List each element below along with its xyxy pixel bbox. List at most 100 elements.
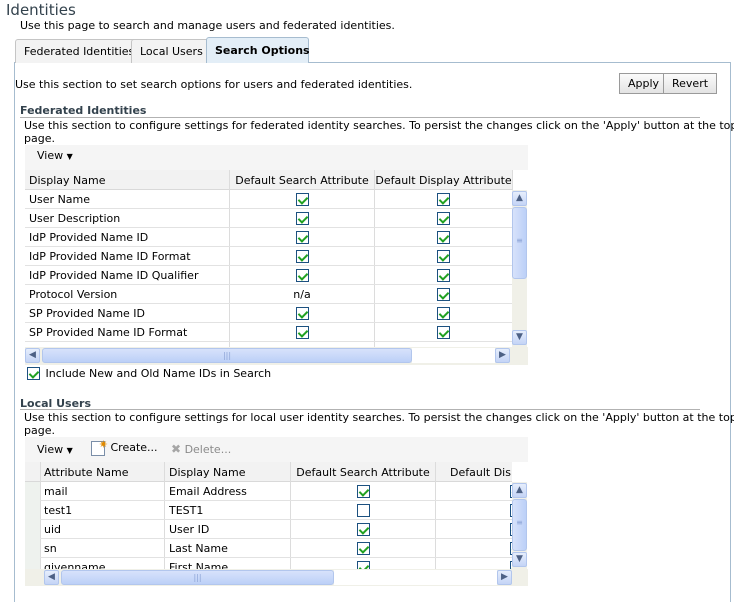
local-vscroll[interactable]: ▲ ≡ ▼	[512, 482, 527, 569]
local-hscroll[interactable]: ◀ ||| ▶	[25, 569, 528, 586]
display-name-cell: IdP Provided Name ID Format	[29, 250, 191, 263]
scroll-up-icon[interactable]: ▲	[512, 191, 527, 206]
delete-button[interactable]: ✖ Delete...	[171, 442, 231, 456]
create-label: Create...	[110, 441, 158, 454]
scroll-right-icon[interactable]: ▶	[495, 348, 510, 363]
federated-toolbar: View ▼	[25, 145, 528, 170]
federated-description-line1: Use this section to configure settings f…	[24, 119, 734, 132]
federated-view-menu[interactable]: View ▼	[37, 149, 73, 162]
tab-search-options[interactable]: Search Options	[206, 37, 310, 63]
search-attribute-cell	[230, 190, 374, 209]
column-header-default-display[interactable]: Default Display Attribute	[375, 170, 512, 190]
scroll-up-icon[interactable]: ▲	[512, 483, 527, 498]
display-attribute-checkbox[interactable]	[437, 288, 450, 301]
hscroll-thumb[interactable]: |||	[42, 348, 412, 363]
tab-federated-identities[interactable]: Federated Identities	[15, 39, 144, 63]
search-attribute-checkbox[interactable]	[295, 250, 309, 263]
table-row: SP Provided Name ID	[25, 304, 512, 323]
display-attribute-checkbox[interactable]	[437, 307, 450, 320]
search-attribute-cell	[291, 482, 435, 501]
delete-label: Delete...	[184, 443, 232, 456]
apply-button[interactable]: Apply	[619, 73, 669, 94]
display-name-cell: IdP Provided Name ID Qualifier	[29, 269, 199, 282]
display-name-cell: User Name	[29, 193, 91, 206]
search-attribute-cell	[230, 228, 374, 247]
search-attribute-checkbox[interactable]	[356, 561, 370, 569]
scroll-left-icon[interactable]: ◀	[44, 570, 59, 585]
search-options-description: Use this section to set search options f…	[15, 78, 413, 91]
display-attribute-checkbox[interactable]	[437, 231, 450, 244]
scroll-right-icon[interactable]: ▶	[497, 570, 512, 585]
view-label: View	[37, 149, 64, 162]
search-attribute-checkbox[interactable]	[356, 504, 370, 517]
tab-panel-border-top	[309, 62, 731, 63]
display-attribute-checkbox[interactable]	[437, 326, 450, 339]
display-name-cell: SP Provided Name ID Format	[29, 326, 188, 339]
display-name-cell: User Description	[29, 212, 121, 225]
chevron-down-icon: ▼	[66, 152, 73, 161]
attribute-name-cell: sn	[44, 542, 57, 555]
search-attribute-cell	[230, 247, 374, 266]
federated-section-rule	[20, 117, 700, 118]
local-description-line2: page.	[24, 424, 55, 437]
federated-section-title: Federated Identities	[20, 104, 147, 117]
hscroll-track[interactable]	[412, 348, 495, 363]
hscroll-thumb[interactable]: |||	[61, 570, 334, 585]
include-name-ids-checkbox[interactable]	[27, 367, 40, 380]
tab-local-users[interactable]: Local Users	[131, 39, 212, 63]
tab-panel-border-left	[14, 62, 15, 602]
search-attribute-checkbox[interactable]	[295, 193, 309, 206]
local-view-menu[interactable]: View ▼	[37, 443, 73, 456]
search-attribute-checkbox[interactable]	[295, 212, 309, 225]
attribute-name-cell: givenname	[44, 561, 106, 569]
column-separator	[512, 170, 513, 190]
column-header-attribute-name[interactable]: Attribute Name	[44, 462, 164, 482]
federated-vscroll[interactable]: ▲ ≡ ▼	[512, 190, 527, 347]
revert-button[interactable]: Revert	[663, 73, 718, 94]
search-attribute-cell	[291, 558, 435, 569]
search-attribute-checkbox[interactable]	[356, 485, 370, 498]
attribute-name-cell: mail	[44, 485, 68, 498]
scroll-down-icon[interactable]: ▼	[512, 552, 527, 567]
display-attribute-checkbox[interactable]	[437, 250, 450, 263]
table-row: IdP Provided Name ID	[25, 228, 512, 247]
hscroll-track[interactable]	[334, 570, 497, 585]
column-header-display-name[interactable]: Display Name	[169, 462, 289, 482]
search-attribute-checkbox[interactable]	[295, 269, 309, 282]
scroll-left-icon[interactable]: ◀	[25, 348, 40, 363]
create-button[interactable]: ✷ Create...	[91, 438, 158, 456]
display-attribute-cell	[375, 228, 512, 247]
search-attribute-cell	[230, 266, 374, 285]
search-attribute-checkbox[interactable]	[295, 231, 309, 244]
search-attribute-cell	[291, 520, 435, 539]
search-attribute-checkbox[interactable]	[356, 523, 370, 536]
display-name-cell: IdP Provided Name ID	[29, 231, 149, 244]
page-title: Identities	[6, 1, 76, 19]
search-attribute-cell	[230, 304, 374, 323]
table-row: User Name	[25, 190, 512, 209]
column-header-default-search[interactable]: Default Search Attribute	[230, 170, 374, 190]
search-attribute-checkbox[interactable]	[295, 307, 309, 320]
search-attribute-checkbox[interactable]	[356, 542, 370, 555]
display-attribute-checkbox[interactable]	[437, 193, 450, 206]
display-name-cell: TEST1	[169, 504, 204, 517]
display-name-cell: User ID	[169, 523, 210, 536]
column-header-default-search[interactable]: Default Search Attribute	[291, 462, 435, 482]
search-attribute-checkbox[interactable]	[295, 326, 309, 339]
column-header-display-name[interactable]: Display Name	[29, 170, 229, 190]
scroll-down-icon[interactable]: ▼	[512, 330, 527, 345]
display-name-cell: Email Address	[169, 485, 247, 498]
column-header-default-display[interactable]: Default Displ	[450, 462, 512, 482]
local-section-rule	[20, 409, 700, 410]
display-attribute-cell	[375, 323, 512, 342]
display-attribute-checkbox[interactable]	[437, 269, 450, 282]
vscroll-thumb[interactable]: ≡	[512, 499, 527, 551]
vscroll-thumb[interactable]: ≡	[512, 207, 527, 279]
search-attribute-cell	[230, 323, 374, 342]
row-selector-strip	[25, 482, 40, 569]
display-attribute-checkbox[interactable]	[437, 212, 450, 225]
include-name-ids-option[interactable]: Include New and Old Name IDs in Search	[27, 367, 271, 380]
table-row: test1 TEST1	[40, 501, 523, 520]
display-name-cell: Protocol Version	[29, 288, 118, 301]
federated-hscroll[interactable]: ◀ ||| ▶	[25, 347, 528, 365]
